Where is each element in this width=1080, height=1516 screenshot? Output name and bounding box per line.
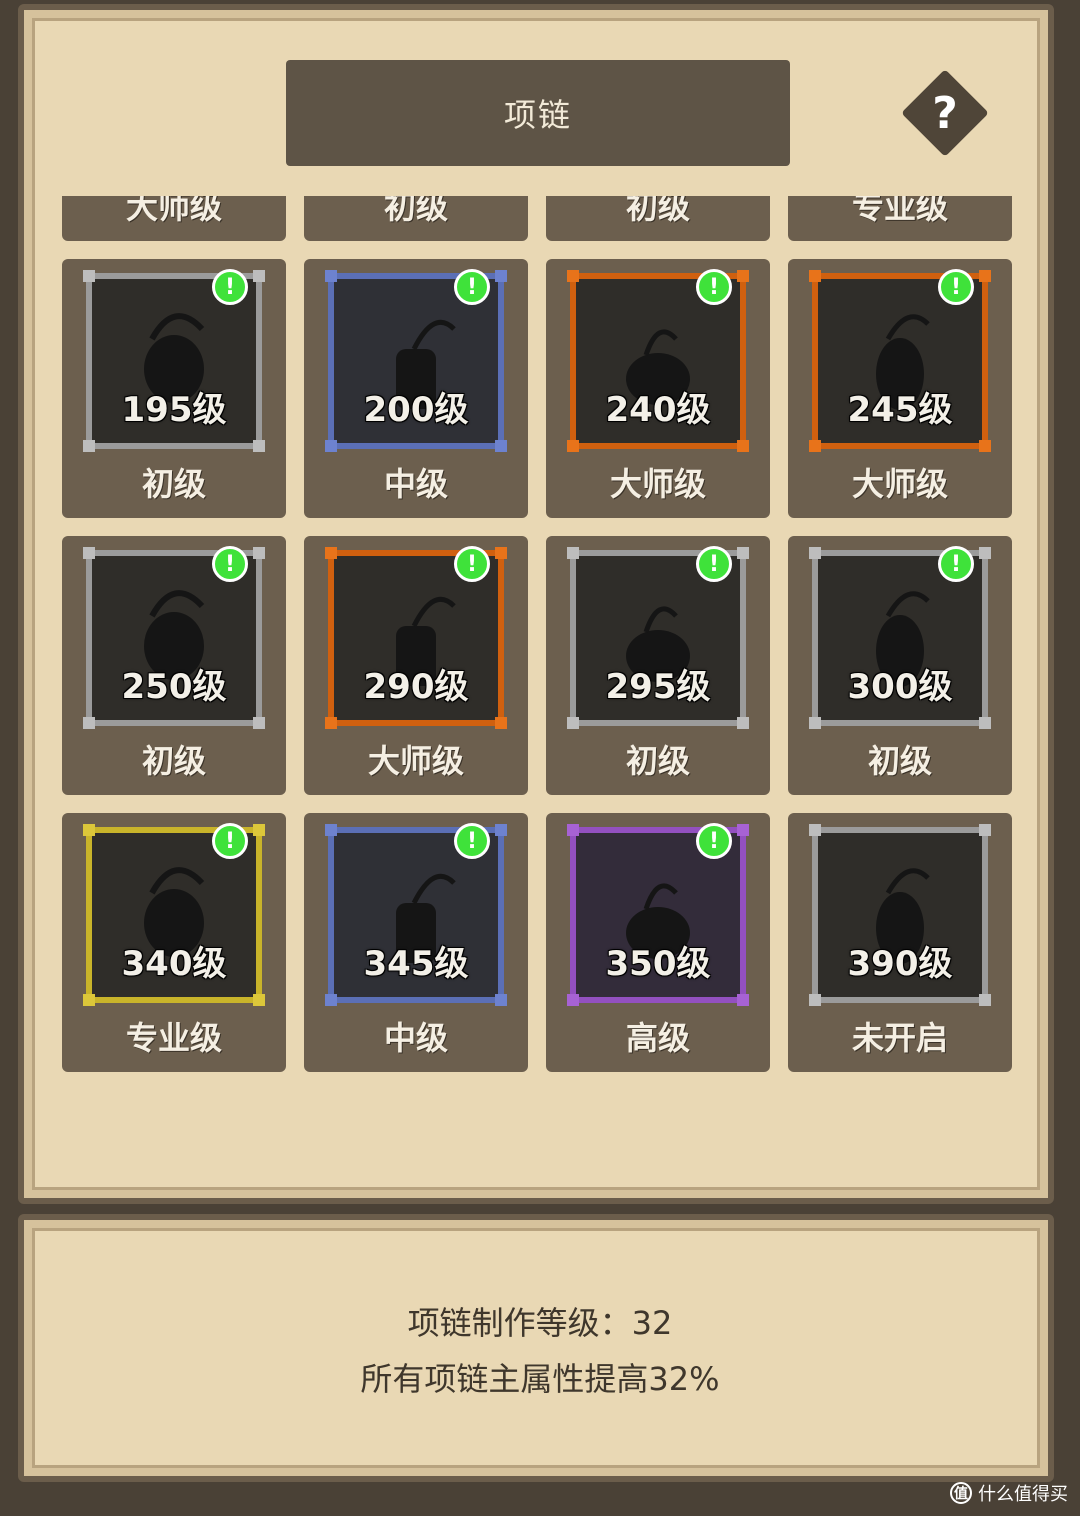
necklace-card[interactable]: 250级! 初级 — [62, 536, 286, 795]
necklace-level: 295级 — [605, 667, 711, 707]
necklace-card[interactable]: 245级! 大师级 — [788, 259, 1012, 518]
necklace-level: 345级 — [363, 944, 469, 984]
necklace-card[interactable]: 145级初级 — [304, 196, 528, 241]
necklace-tier: 初级 — [625, 742, 690, 780]
necklace-level: 390级 — [847, 944, 953, 984]
necklace-card[interactable]: 345级! 中级 — [304, 813, 528, 1072]
necklace-level: 195级 — [121, 390, 227, 430]
alert-badge-icon: ! — [696, 546, 732, 582]
necklace-card[interactable]: 350级! 高级 — [546, 813, 770, 1072]
alert-badge-icon: ! — [212, 823, 248, 859]
necklace-tier: 专业级 — [851, 196, 948, 226]
necklace-list[interactable]: 140级大师级 145级初级 150级初级 190级专业级 195级! 初级 200级! 中级… — [62, 196, 1014, 1164]
watermark-text: 什么值得买 — [978, 1484, 1068, 1505]
necklace-tier: 中级 — [383, 1019, 448, 1057]
necklace-level: 350级 — [605, 944, 711, 984]
necklace-level: 200级 — [363, 390, 469, 430]
necklace-tier: 高级 — [625, 1019, 690, 1057]
necklace-card[interactable]: 390级未开启 — [788, 813, 1012, 1072]
page-title: 项链 — [503, 96, 572, 134]
necklace-card[interactable]: 295级! 初级 — [546, 536, 770, 795]
watermark: 值 什么值得买 — [950, 1480, 1068, 1506]
alert-badge-icon: ! — [454, 269, 490, 305]
necklace-tier: 大师级 — [125, 196, 222, 226]
necklace-card[interactable]: 340级! 专业级 — [62, 813, 286, 1072]
necklace-icon-frame: 390级 — [809, 824, 991, 1006]
alert-badge-icon: ! — [212, 546, 248, 582]
bottom-strip — [0, 1482, 1080, 1516]
necklace-level: 290级 — [363, 667, 469, 707]
craft-level-text: 项链制作等级：32 — [407, 1304, 673, 1342]
necklace-card[interactable]: 290级! 大师级 — [304, 536, 528, 795]
necklace-tier: 大师级 — [851, 465, 948, 503]
necklace-tier: 大师级 — [609, 465, 706, 503]
alert-badge-icon: ! — [938, 269, 974, 305]
necklace-tier: 初级 — [383, 196, 448, 226]
necklace-tier: 初级 — [141, 742, 206, 780]
necklace-card[interactable]: 190级专业级 — [788, 196, 1012, 241]
info-panel — [18, 1214, 1054, 1482]
alert-badge-icon: ! — [696, 823, 732, 859]
necklace-tier: 专业级 — [125, 1019, 222, 1057]
necklace-tier: 初级 — [625, 196, 690, 226]
alert-badge-icon: ! — [938, 546, 974, 582]
alert-badge-icon: ! — [212, 269, 248, 305]
necklace-level: 240级 — [605, 390, 711, 430]
watermark-icon: 值 — [950, 1482, 972, 1504]
necklace-card[interactable]: 240级! 大师级 — [546, 259, 770, 518]
necklace-card[interactable]: 195级! 初级 — [62, 259, 286, 518]
necklace-tier: 大师级 — [367, 742, 464, 780]
necklace-card[interactable]: 300级! 初级 — [788, 536, 1012, 795]
necklace-card[interactable]: 150级初级 — [546, 196, 770, 241]
necklace-grid: 140级大师级 145级初级 150级初级 190级专业级 195级! 初级 200级! 中级… — [62, 196, 1012, 1072]
necklace-card[interactable]: 140级大师级 — [62, 196, 286, 241]
necklace-tier: 中级 — [383, 465, 448, 503]
necklace-level: 245级 — [847, 390, 953, 430]
alert-badge-icon: ! — [696, 269, 732, 305]
necklace-tier: 未开启 — [851, 1019, 948, 1057]
necklace-tier: 初级 — [141, 465, 206, 503]
necklace-tier: 初级 — [867, 742, 932, 780]
necklace-level: 340级 — [121, 944, 227, 984]
alert-badge-icon: ! — [454, 823, 490, 859]
title-banner: 项链 — [286, 60, 790, 166]
bonus-text: 所有项链主属性提高32% — [360, 1360, 720, 1398]
necklace-card[interactable]: 200级! 中级 — [304, 259, 528, 518]
alert-badge-icon: ! — [454, 546, 490, 582]
help-icon[interactable]: ? — [914, 82, 976, 144]
necklace-level: 250级 — [121, 667, 227, 707]
necklace-level: 300级 — [847, 667, 953, 707]
